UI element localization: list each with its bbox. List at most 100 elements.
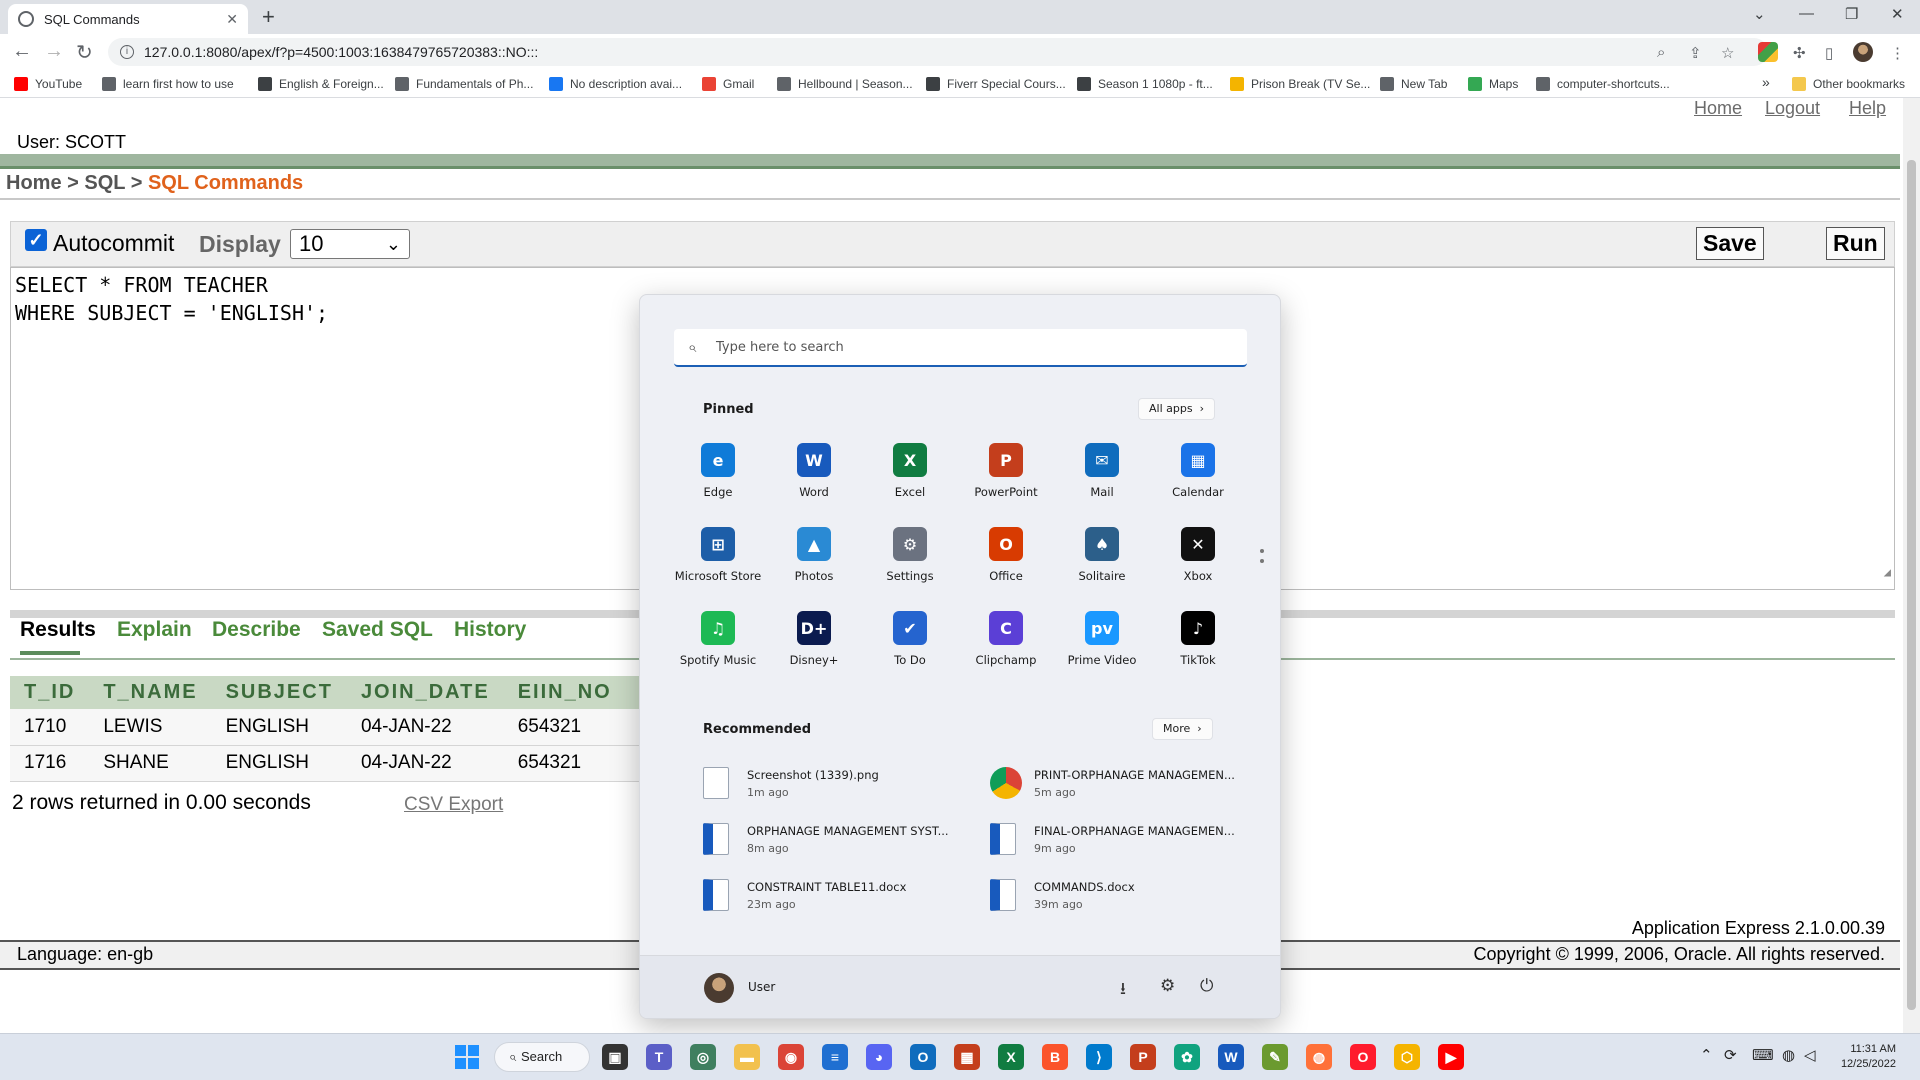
page-scrollbar[interactable] [1903,98,1920,1033]
side-panel-icon[interactable]: ▯ [1825,44,1833,62]
bookmark-item[interactable]: Maps [1468,77,1518,91]
close-tab-icon[interactable]: ✕ [226,11,238,28]
user-name[interactable]: User [748,980,775,994]
pinned-app-mail[interactable]: ✉ Mail [1054,443,1150,513]
tab-explain[interactable]: Explain [117,618,192,642]
taskbar-powerpoint-icon[interactable]: P [1130,1044,1156,1070]
taskbar-opera-icon[interactable]: O [1350,1044,1376,1070]
column-header[interactable]: T_NAME [89,676,212,709]
logout-link[interactable]: Logout [1765,98,1820,119]
taskbar-office-icon[interactable]: ▦ [954,1044,980,1070]
pinned-app-tiktok[interactable]: ♪ TikTok [1150,611,1246,681]
taskbar-notes-icon[interactable]: ✎ [1262,1044,1288,1070]
column-header[interactable]: JOIN_DATE [346,676,504,709]
power-icon[interactable]: ⏻ [1200,976,1213,996]
start-button[interactable] [454,1044,480,1070]
bookmark-item[interactable]: Fiverr Special Cours... [926,77,1066,91]
bookmark-item[interactable]: computer-shortcuts... [1536,77,1670,91]
bookmark-item[interactable]: YouTube [14,77,82,91]
taskbar-task-view-icon[interactable]: ▣ [602,1044,628,1070]
column-header[interactable]: T_ID [10,676,90,709]
recommended-item[interactable]: CONSTRAINT TABLE11.docx 23m ago [703,877,973,917]
pinned-app-settings[interactable]: ⚙ Settings [862,527,958,597]
scrollbar-thumb[interactable] [1907,160,1916,1010]
bookmark-item[interactable]: Gmail [702,77,754,91]
bookmark-item[interactable]: Fundamentals of Ph... [395,77,533,91]
system-clock[interactable]: 11:31 AM 12/25/2022 [1841,1042,1896,1072]
taskbar-youtube-icon[interactable]: ▶ [1438,1044,1464,1070]
minimize-button[interactable]: — [1799,5,1814,22]
profile-avatar[interactable] [1853,42,1873,62]
show-hidden-icons-icon[interactable]: ⌃ [1700,1046,1713,1064]
column-header[interactable]: EIIN_NO [503,676,626,709]
recommended-item[interactable]: COMMANDS.docx 39m ago [990,877,1260,917]
taskbar-file-explorer-icon[interactable]: ▬ [734,1044,760,1070]
taskbar-chatgpt-icon[interactable]: ✿ [1174,1044,1200,1070]
taskbar-gallery-icon[interactable]: ◎ [690,1044,716,1070]
recommended-item[interactable]: Screenshot (1339).png 1m ago [703,765,973,805]
user-avatar[interactable] [704,973,734,1003]
network-globe-icon[interactable]: ◍ [1782,1046,1795,1064]
taskbar-firefox-icon[interactable]: ◍ [1306,1044,1332,1070]
page-indicator[interactable] [1260,549,1264,569]
settings-gear-icon[interactable]: ⚙ [1160,976,1175,996]
taskbar-excel-icon[interactable]: X [998,1044,1024,1070]
taskbar-chrome-icon[interactable]: ◉ [778,1044,804,1070]
pinned-app-to-do[interactable]: ✔ To Do [862,611,958,681]
autocommit-checkbox[interactable]: ✓ [25,229,47,251]
pinned-app-calendar[interactable]: ▦ Calendar [1150,443,1246,513]
home-link[interactable]: Home [1694,98,1742,119]
bookmark-item[interactable]: Hellbound | Season... [777,77,913,91]
display-rows-select[interactable]: 10 ⌄ [290,229,410,259]
tab-saved-sql[interactable]: Saved SQL [322,618,433,642]
column-header[interactable]: SUBJECT [211,676,347,709]
pinned-app-solitaire[interactable]: ♠ Solitaire [1054,527,1150,597]
back-arrow-icon[interactable]: ← [12,40,32,63]
other-bookmarks[interactable]: Other bookmarks [1792,77,1905,91]
pinned-app-powerpoint[interactable]: P PowerPoint [958,443,1054,513]
downloads-icon[interactable]: ⭳ [1120,976,1126,1005]
taskbar-vpn-icon[interactable]: ⬡ [1394,1044,1420,1070]
bookmark-item[interactable]: Prison Break (TV Se... [1230,77,1370,91]
bookmark-star-icon[interactable]: ☆ [1721,44,1734,62]
extension-icon[interactable] [1758,42,1778,62]
reload-icon[interactable]: ↻ [76,40,93,65]
bookmarks-overflow-icon[interactable]: » [1762,74,1770,90]
pinned-app-edge[interactable]: e Edge [670,443,766,513]
pinned-app-office[interactable]: O Office [958,527,1054,597]
site-info-icon[interactable]: i [120,45,134,59]
restore-button[interactable]: ❐ [1845,5,1858,23]
pinned-app-xbox[interactable]: ✕ Xbox [1150,527,1246,597]
save-button[interactable]: Save [1696,227,1764,260]
volume-icon[interactable]: ◁ [1804,1046,1816,1064]
browser-tab[interactable]: SQL Commands ✕ [8,4,248,34]
taskbar-teams-icon[interactable]: T [646,1044,672,1070]
recommended-item[interactable]: FINAL-ORPHANAGE MANAGEMEN... 9m ago [990,821,1260,861]
zoom-icon[interactable]: ⌕ [1657,44,1665,61]
run-button[interactable]: Run [1826,227,1885,260]
extensions-puzzle-icon[interactable]: ✣ [1793,44,1806,62]
forward-arrow-icon[interactable]: → [44,40,64,63]
pinned-app-clipchamp[interactable]: C Clipchamp [958,611,1054,681]
bookmark-item[interactable]: learn first how to use [102,77,234,91]
bookmark-item[interactable]: New Tab [1380,77,1447,91]
pinned-app-word[interactable]: W Word [766,443,862,513]
keyboard-icon[interactable]: ⌨ [1752,1046,1774,1064]
close-window-button[interactable]: ✕ [1891,5,1904,23]
bookmark-item[interactable]: English & Foreign... [258,77,384,91]
taskbar-search[interactable]: ⌕ Search [494,1042,590,1072]
bookmark-item[interactable]: No description avai... [549,77,682,91]
breadcrumb-sql[interactable]: SQL [84,172,125,194]
help-link[interactable]: Help [1849,98,1886,119]
pinned-app-microsoft-store[interactable]: ⊞ Microsoft Store [670,527,766,597]
pinned-app-disney[interactable]: D+ Disney+ [766,611,862,681]
tab-results[interactable]: Results [20,618,96,642]
sync-icon[interactable]: ⟳ [1724,1046,1737,1064]
taskbar-word-icon[interactable]: W [1218,1044,1244,1070]
pinned-app-excel[interactable]: X Excel [862,443,958,513]
all-apps-button[interactable]: All apps › [1138,398,1215,420]
tab-describe[interactable]: Describe [212,618,301,642]
bookmark-item[interactable]: Season 1 1080p - ft... [1077,77,1213,91]
taskbar-brave-icon[interactable]: B [1042,1044,1068,1070]
csv-export-link[interactable]: CSV Export [404,794,503,816]
